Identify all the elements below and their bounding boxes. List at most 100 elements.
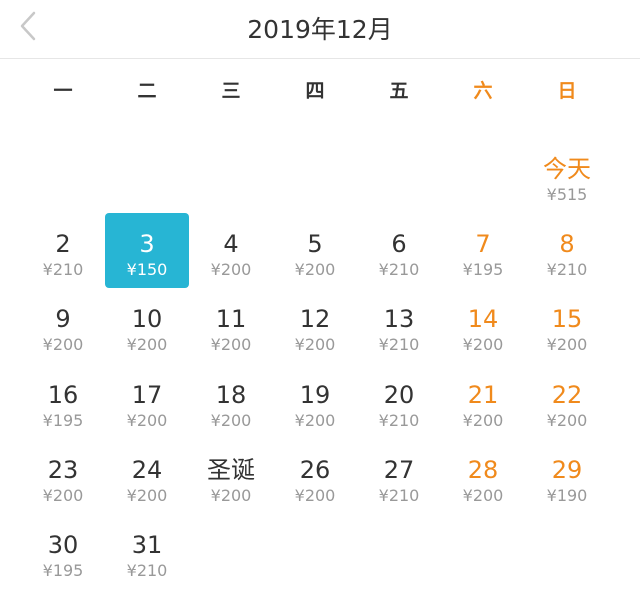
day-number: 26 bbox=[299, 455, 331, 484]
empty-cell bbox=[21, 150, 105, 225]
day-cell[interactable]: 21 ¥200 bbox=[441, 376, 525, 451]
day-price: ¥210 bbox=[378, 260, 420, 280]
day-number: 12 bbox=[299, 305, 331, 334]
day-cell[interactable]: 26 ¥200 bbox=[273, 451, 357, 526]
day-number: 3 bbox=[139, 230, 155, 259]
empty-cell bbox=[357, 150, 441, 225]
day-cell[interactable]: 9 ¥200 bbox=[21, 300, 105, 375]
day-cell[interactable]: 22 ¥200 bbox=[525, 376, 609, 451]
day-price: ¥200 bbox=[126, 335, 168, 355]
day-cell[interactable]: 28 ¥200 bbox=[441, 451, 525, 526]
day-cell[interactable]: 13 ¥210 bbox=[357, 300, 441, 375]
day-cell[interactable]: 23 ¥200 bbox=[21, 451, 105, 526]
weekday-mon: 一 bbox=[53, 80, 73, 102]
day-cell-today[interactable]: 今天 ¥515 bbox=[525, 150, 609, 225]
day-number: 22 bbox=[551, 380, 583, 409]
day-price: ¥210 bbox=[126, 560, 168, 580]
day-price: ¥200 bbox=[294, 410, 336, 430]
day-price: ¥200 bbox=[546, 410, 588, 430]
weekday-sun: 日 bbox=[557, 80, 577, 102]
day-price: ¥200 bbox=[546, 335, 588, 355]
day-cell[interactable]: 27 ¥210 bbox=[357, 451, 441, 526]
day-cell-selected[interactable]: 3 ¥150 bbox=[105, 213, 189, 300]
day-number: 17 bbox=[131, 380, 163, 409]
day-price: ¥200 bbox=[462, 410, 504, 430]
day-number: 29 bbox=[551, 455, 583, 484]
weekday-fri: 五 bbox=[389, 80, 409, 102]
day-price: ¥200 bbox=[462, 485, 504, 505]
day-price: ¥190 bbox=[546, 485, 588, 505]
day-number: 27 bbox=[383, 455, 415, 484]
day-number: 14 bbox=[467, 305, 499, 334]
day-number: 6 bbox=[391, 230, 407, 259]
day-cell[interactable]: 17 ¥200 bbox=[105, 376, 189, 451]
day-cell[interactable]: 8 ¥210 bbox=[525, 225, 609, 300]
day-price: ¥200 bbox=[126, 485, 168, 505]
day-cell[interactable]: 5 ¥200 bbox=[273, 225, 357, 300]
day-cell[interactable]: 7 ¥195 bbox=[441, 225, 525, 300]
day-price: ¥200 bbox=[42, 485, 84, 505]
day-cell[interactable]: 2 ¥210 bbox=[21, 225, 105, 300]
day-number: 24 bbox=[131, 455, 163, 484]
day-number: 30 bbox=[47, 530, 79, 559]
day-cell[interactable]: 4 ¥200 bbox=[189, 225, 273, 300]
day-number: 5 bbox=[307, 230, 323, 259]
day-number: 9 bbox=[55, 305, 71, 334]
day-price: ¥150 bbox=[126, 260, 168, 280]
day-cell[interactable]: 18 ¥200 bbox=[189, 376, 273, 451]
day-number: 10 bbox=[131, 305, 163, 334]
day-cell[interactable]: 19 ¥200 bbox=[273, 376, 357, 451]
day-number: 8 bbox=[559, 230, 575, 259]
day-number: 11 bbox=[215, 305, 247, 334]
day-number: 18 bbox=[215, 380, 247, 409]
day-number: 今天 bbox=[543, 155, 591, 183]
day-price: ¥195 bbox=[462, 260, 504, 280]
day-price: ¥200 bbox=[210, 410, 252, 430]
day-price: ¥200 bbox=[462, 335, 504, 355]
day-price: ¥210 bbox=[378, 485, 420, 505]
day-price: ¥200 bbox=[294, 260, 336, 280]
day-number: 7 bbox=[475, 230, 491, 259]
day-cell[interactable]: 11 ¥200 bbox=[189, 300, 273, 375]
day-price: ¥200 bbox=[210, 260, 252, 280]
day-price: ¥200 bbox=[126, 410, 168, 430]
day-cell[interactable]: 31 ¥210 bbox=[105, 526, 189, 601]
day-cell[interactable]: 10 ¥200 bbox=[105, 300, 189, 375]
day-price: ¥200 bbox=[210, 335, 252, 355]
day-cell[interactable]: 15 ¥200 bbox=[525, 300, 609, 375]
empty-cell bbox=[189, 150, 273, 225]
day-cell[interactable]: 6 ¥210 bbox=[357, 225, 441, 300]
day-price: ¥210 bbox=[42, 260, 84, 280]
day-cell[interactable]: 30 ¥195 bbox=[21, 526, 105, 601]
day-cell[interactable]: 14 ¥200 bbox=[441, 300, 525, 375]
day-price: ¥210 bbox=[546, 260, 588, 280]
day-number: 21 bbox=[467, 380, 499, 409]
day-price: ¥195 bbox=[42, 560, 84, 580]
day-number: 28 bbox=[467, 455, 499, 484]
day-number: 20 bbox=[383, 380, 415, 409]
weekday-thu: 四 bbox=[305, 80, 325, 102]
day-number: 4 bbox=[223, 230, 239, 259]
weekday-tue: 二 bbox=[137, 80, 157, 102]
day-cell[interactable]: 16 ¥195 bbox=[21, 376, 105, 451]
weekday-sat: 六 bbox=[473, 80, 493, 102]
day-price: ¥200 bbox=[294, 335, 336, 355]
day-number: 31 bbox=[131, 530, 163, 559]
day-cell[interactable]: 20 ¥210 bbox=[357, 376, 441, 451]
day-cell[interactable]: 圣诞 ¥200 bbox=[189, 451, 273, 526]
day-number: 19 bbox=[299, 380, 331, 409]
day-number: 2 bbox=[55, 230, 71, 259]
weekday-header-row: 一 二 三 四 五 六 日 bbox=[21, 76, 609, 106]
day-price: ¥200 bbox=[42, 335, 84, 355]
day-cell[interactable]: 24 ¥200 bbox=[105, 451, 189, 526]
day-cell[interactable]: 12 ¥200 bbox=[273, 300, 357, 375]
calendar-header: 2019年12月 bbox=[0, 0, 640, 59]
day-number: 圣诞 bbox=[207, 455, 255, 484]
day-cell[interactable]: 29 ¥190 bbox=[525, 451, 609, 526]
empty-cell bbox=[273, 150, 357, 225]
day-price: ¥200 bbox=[210, 485, 252, 505]
day-price: ¥515 bbox=[546, 185, 588, 204]
empty-cell bbox=[441, 150, 525, 225]
day-number: 16 bbox=[47, 380, 79, 409]
day-number: 13 bbox=[383, 305, 415, 334]
